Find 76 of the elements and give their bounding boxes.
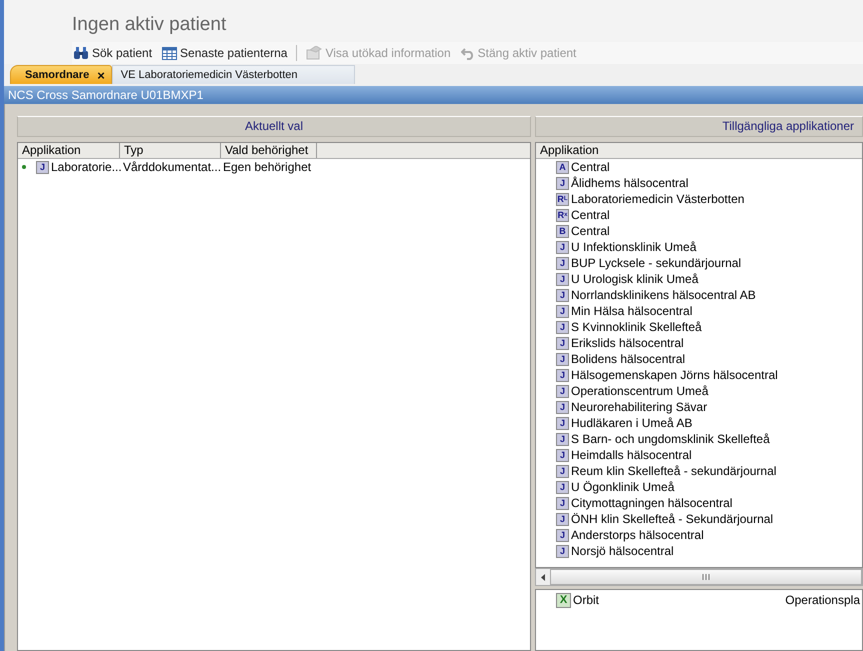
list-item-detail: Operationspla [785, 593, 860, 607]
horizontal-scrollbar[interactable] [535, 568, 863, 586]
list-item[interactable]: Laboratoriemedicin Västerbotten [571, 192, 744, 206]
list-item[interactable]: Bolidens hälsocentral [571, 352, 686, 366]
list-item[interactable]: Central [571, 160, 610, 174]
column-header[interactable]: Applikation [18, 143, 120, 158]
list-item[interactable]: BUP Lycksele - sekundärjournal [571, 256, 742, 270]
tab-label[interactable]: Samordnare [25, 69, 90, 81]
table-cell-text: Egen behörighet [222, 160, 312, 174]
toolbar-button[interactable]: Sök patient [72, 43, 154, 63]
close-button[interactable]: × [97, 68, 105, 82]
app-icon: B [556, 224, 569, 238]
app-icon: J [556, 384, 569, 398]
binoculars-icon [73, 46, 89, 60]
list-item[interactable]: Norsjö hälsocentral [571, 544, 674, 558]
tab[interactable]: Samordnare × [10, 65, 112, 84]
app-icon: J [556, 256, 569, 270]
panel-header: Aktuellt val [17, 116, 531, 137]
list-item[interactable]: U Urologisk klinik Umeå [571, 272, 698, 286]
list-item[interactable]: S Kvinnoklinik Skellefteå [571, 320, 702, 334]
list-item[interactable]: S Barn- och ungdomsklinik Skellefteå [571, 432, 770, 446]
list-item[interactable]: Central [571, 224, 610, 238]
list-item[interactable]: Ålidhems hälsocentral [571, 176, 688, 190]
window-title: NCS Cross Samordnare U01BMXP1 [4, 86, 863, 104]
app-icon: J [556, 464, 569, 478]
app-icon: J [556, 496, 569, 510]
app-icon: J [556, 528, 569, 542]
list-item[interactable]: Reum klin Skellefteå - sekundärjournal [571, 464, 776, 478]
list-item[interactable]: Norrlandsklinikens hälsocentral AB [571, 288, 756, 302]
tab[interactable]: VE Laboratoriemedicin Västerbotten [112, 65, 355, 84]
list-item[interactable]: ÖNH klin Skellefteå - Sekundärjournal [571, 512, 774, 526]
app-icon: J [556, 544, 569, 558]
app-icon: J [556, 432, 569, 446]
app-icon: J [556, 336, 569, 350]
toolbar-button[interactable]: Senaste patienterna [161, 43, 288, 63]
app-icon: J [556, 304, 569, 318]
app-icon: J [556, 448, 569, 462]
app-icon: J [556, 368, 569, 382]
app-icon: J [556, 416, 569, 430]
list-item[interactable]: Central [571, 208, 610, 222]
app-icon: X [556, 592, 571, 608]
page-title: Ingen aktiv patient [72, 13, 228, 37]
app-icon: J [556, 400, 569, 414]
list-item[interactable]: Heimdalls hälsocentral [571, 448, 692, 462]
column-header[interactable]: Applikation [536, 143, 862, 158]
list-item[interactable]: Hälsogemenskapen Jörns hälsocentral [571, 368, 778, 382]
list-item[interactable]: U Infektionsklinik Umeå [571, 240, 696, 254]
tab-label[interactable]: VE Laboratoriemedicin Västerbotten [120, 69, 298, 81]
list-item[interactable]: U Ögonklinik Umeå [571, 480, 674, 494]
list-item[interactable]: Operationscentrum Umeå [571, 384, 708, 398]
panel-header: Tillgängliga applikationer [535, 116, 863, 137]
table-cell-text: Vårddokumentat... [122, 160, 219, 174]
app-icon: J [556, 480, 569, 494]
list-item[interactable]: Citymottagningen hälsocentral [571, 496, 732, 510]
list-item[interactable]: Anderstorps hälsocentral [571, 528, 704, 542]
app-icon: J [556, 352, 569, 366]
undo-icon [460, 46, 475, 60]
list-item[interactable]: Hudläkaren i Umeå AB [571, 416, 692, 430]
app-icon: J [556, 176, 569, 190]
app-icon: J [556, 320, 569, 334]
table-cell: Laboratorie... [51, 160, 122, 174]
folder-icon [306, 46, 322, 60]
app-icon: J [556, 512, 569, 526]
list-item[interactable]: Neurorehabilitering Sävar [571, 400, 708, 414]
list-item[interactable]: Orbit [573, 593, 600, 607]
column-header[interactable]: Vald behörighet [221, 143, 317, 158]
app-icon: J [556, 240, 569, 254]
list-item[interactable]: Erikslids hälsocentral [571, 336, 684, 350]
table-icon [162, 46, 178, 60]
app-icon: J [556, 288, 569, 302]
app-icon: J [556, 272, 569, 286]
list-item[interactable]: Min Hälsa hälsocentral [571, 304, 692, 318]
app-icon: A [556, 160, 569, 174]
app-icon: J [36, 160, 49, 174]
column-header[interactable]: Typ [120, 143, 221, 158]
scrollbar-thumb[interactable] [550, 569, 862, 585]
